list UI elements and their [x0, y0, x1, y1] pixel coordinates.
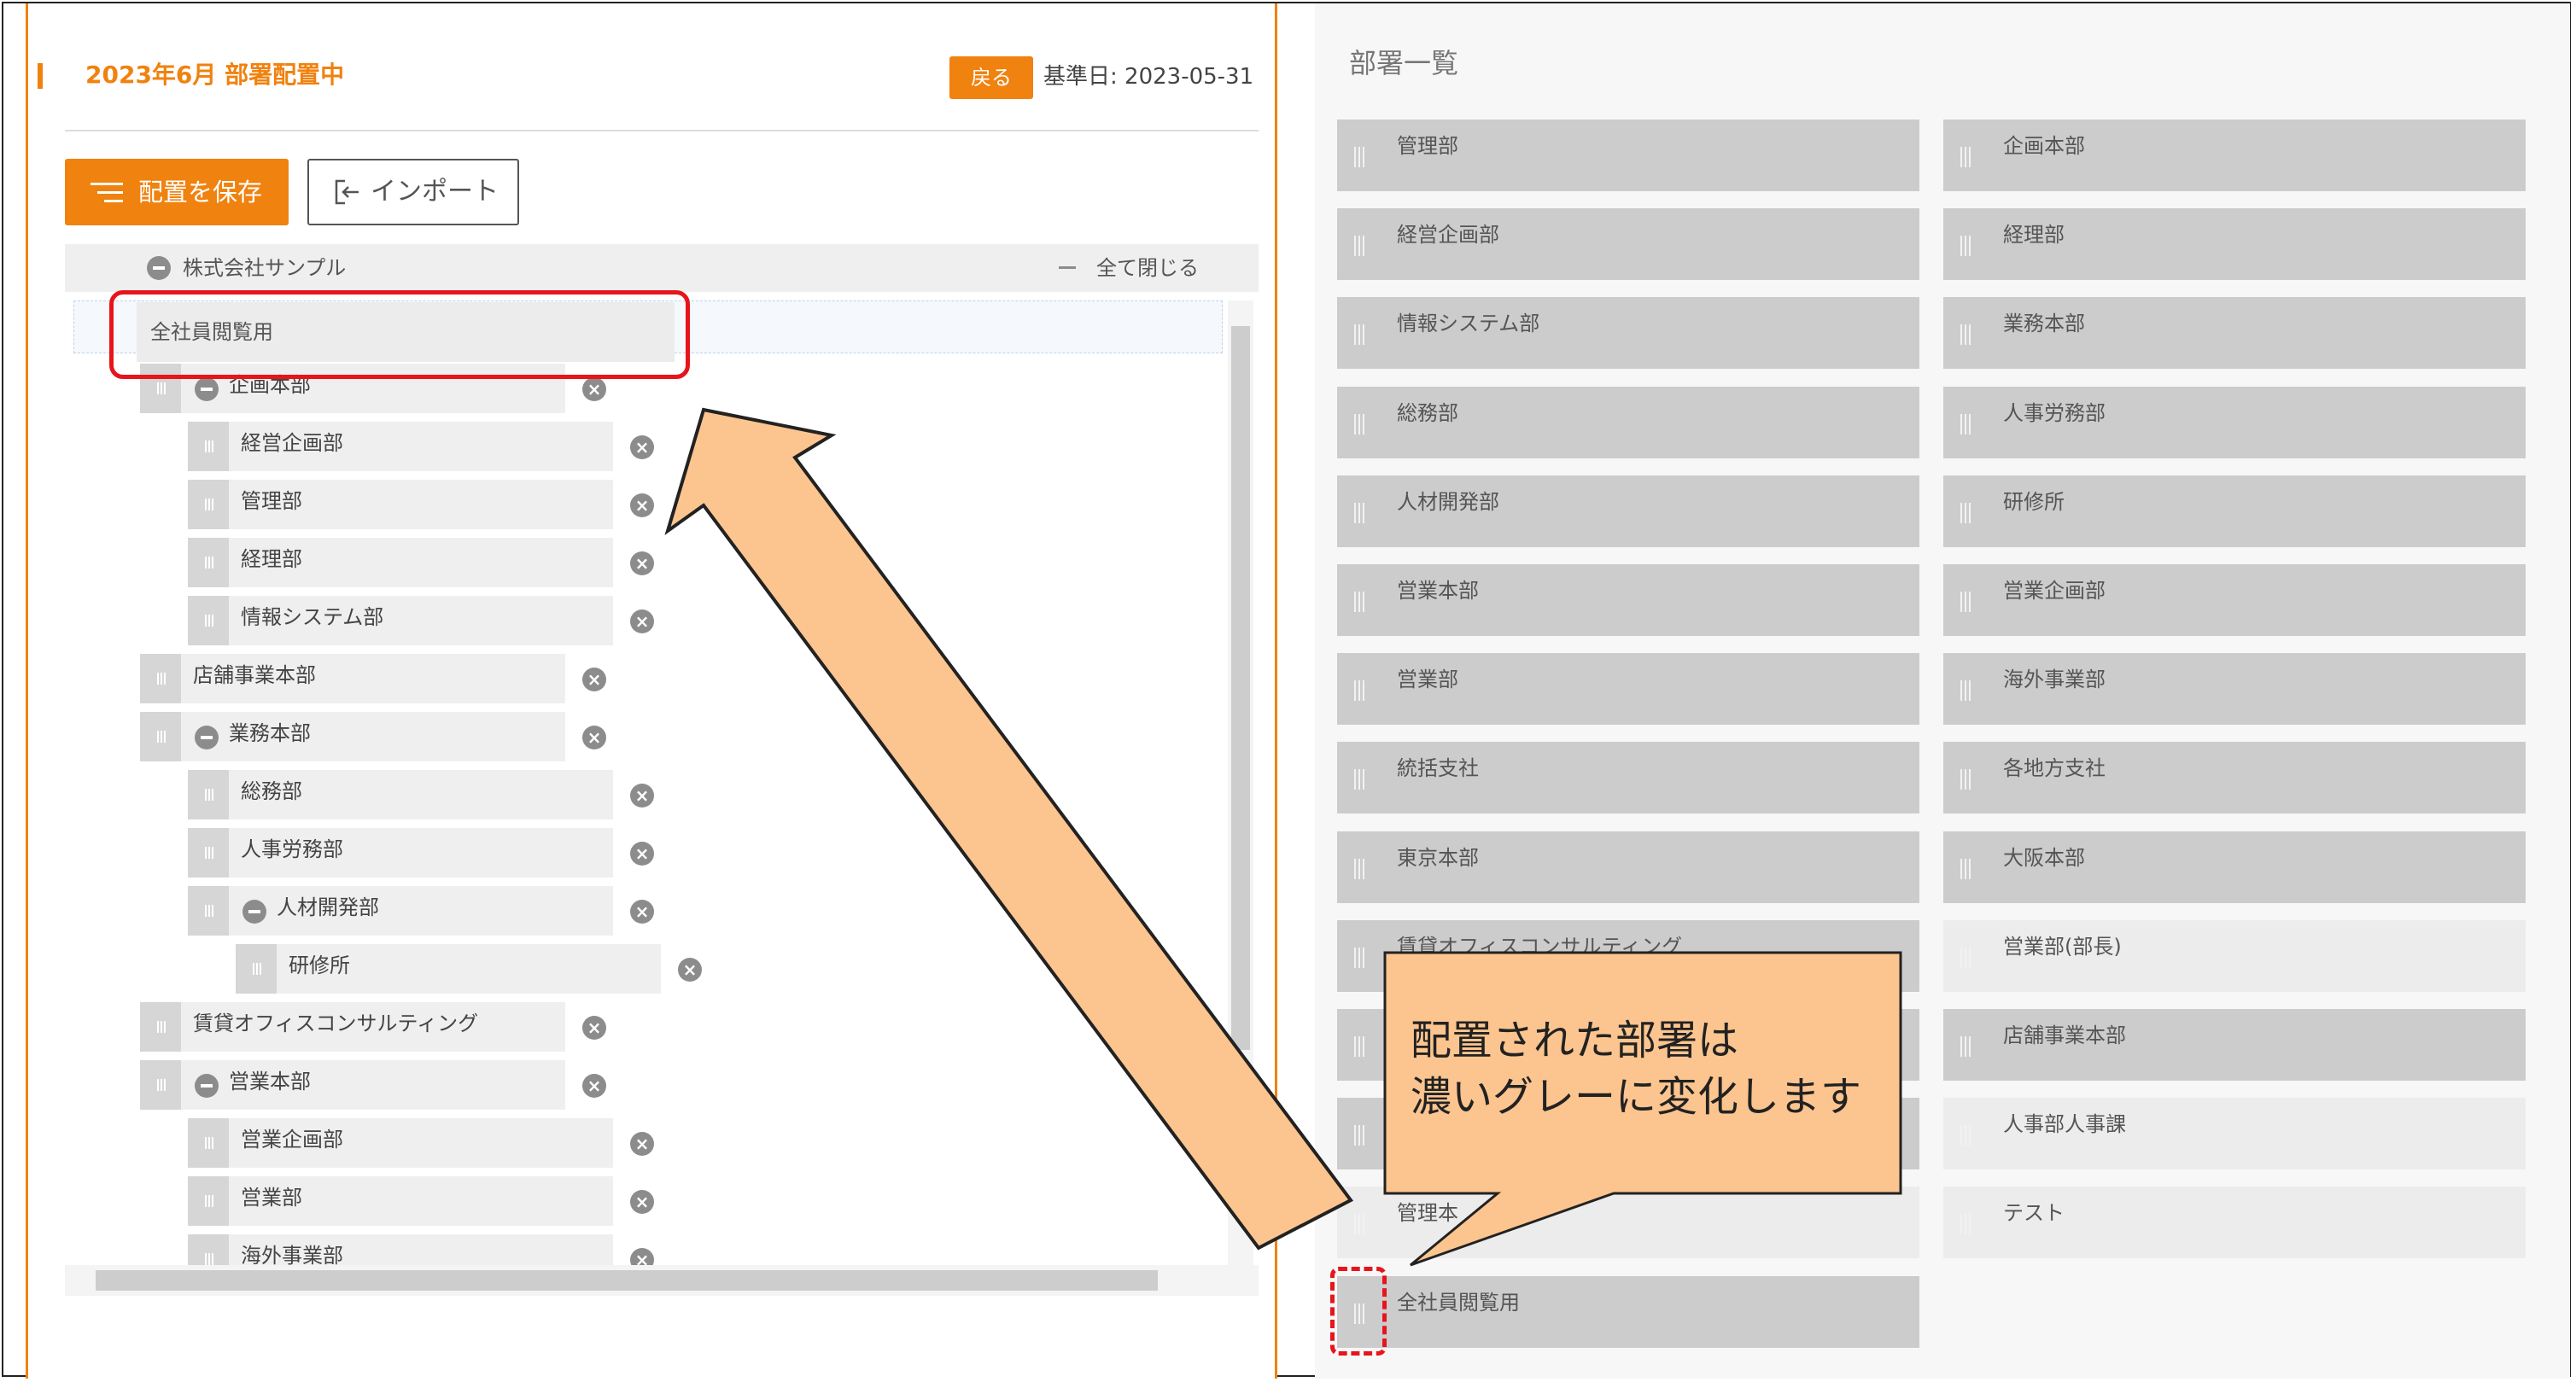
- callout-line-1: 配置された部署は: [1411, 1017, 1739, 1064]
- callout-text: 配置された部署は 濃いグレーに変化します: [1411, 1012, 1861, 1125]
- drag-arrow: [664, 407, 1354, 1251]
- annotation-overlay: [664, 407, 1902, 1267]
- callout-line-2: 濃いグレーに変化します: [1411, 1073, 1862, 1121]
